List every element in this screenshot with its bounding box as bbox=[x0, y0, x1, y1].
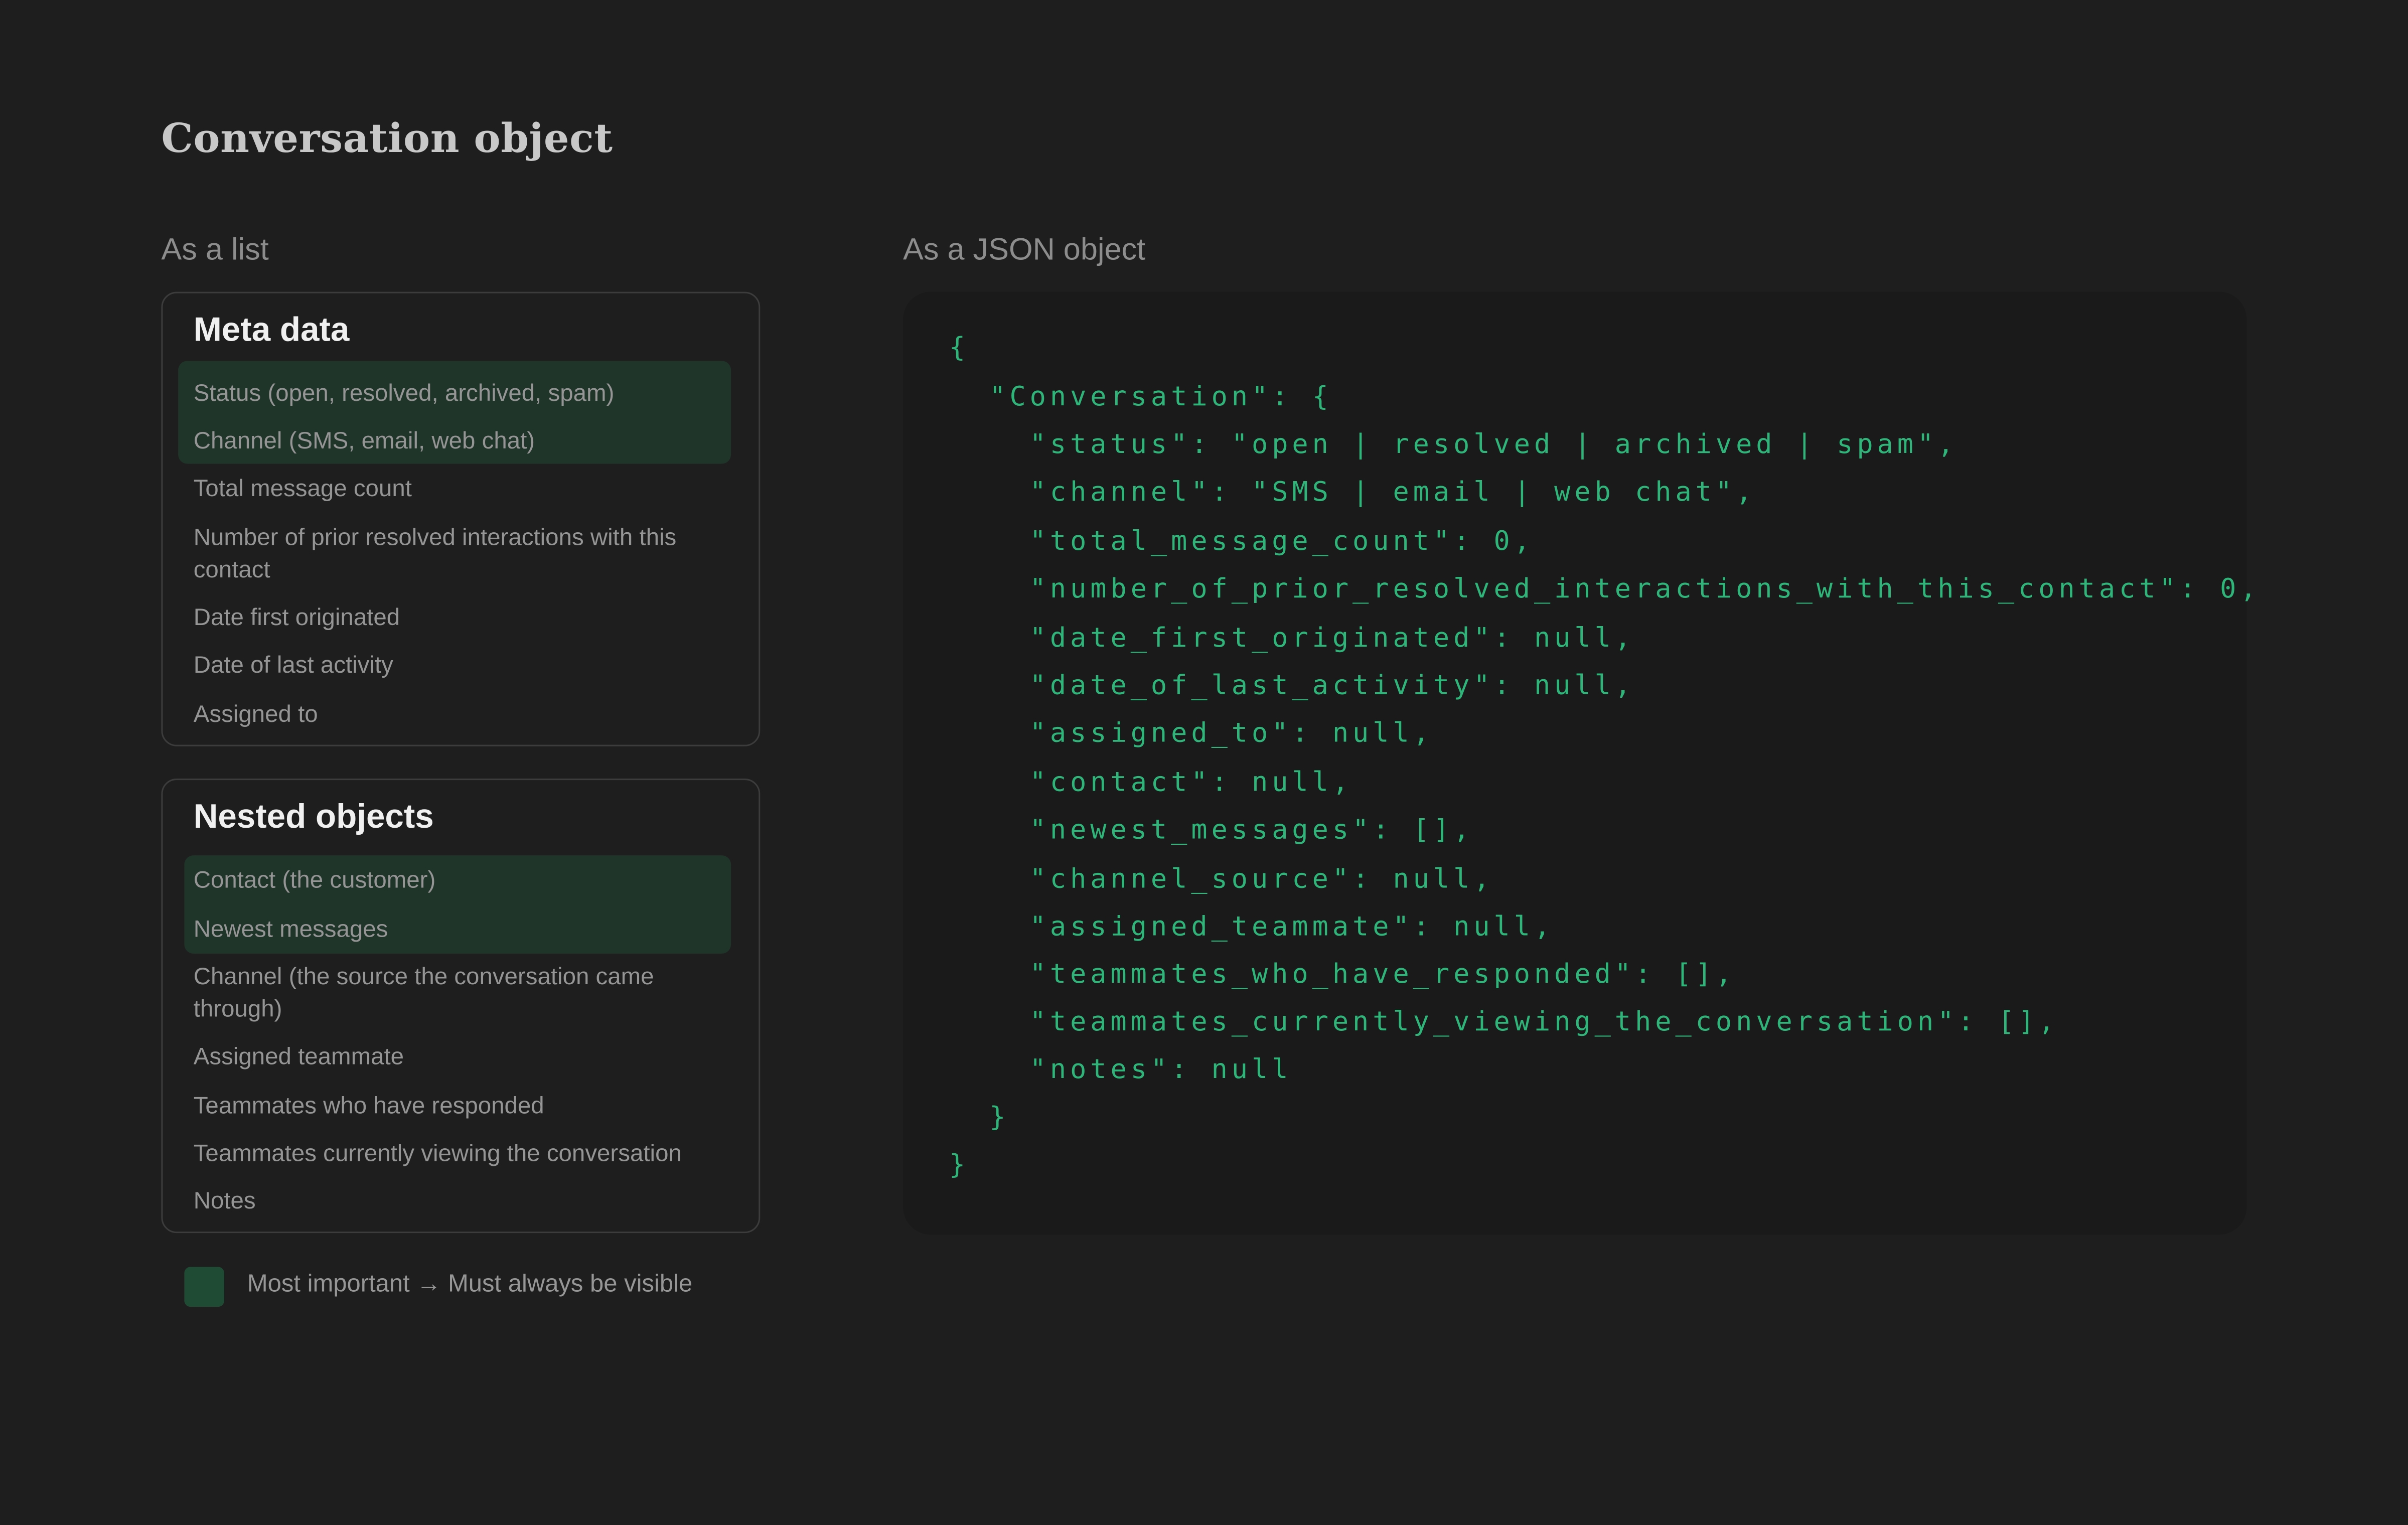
list-item: Date first originated bbox=[193, 605, 400, 632]
code-line: "number_of_prior_resolved_interactions_w… bbox=[949, 574, 2261, 605]
code-line: "total_message_count": 0, bbox=[949, 526, 1534, 558]
list-item: Channel (SMS, email, web chat) bbox=[193, 428, 535, 455]
code-line: "assigned_to": null, bbox=[949, 718, 1433, 749]
list-item: Teammates currently viewing the conversa… bbox=[193, 1141, 682, 1167]
diagram-canvas: Conversation object As a list As a JSON … bbox=[0, 0, 2408, 1525]
code-line: "channel": "SMS | email | web chat", bbox=[949, 478, 1756, 509]
code-line: "teammates_who_have_responded": [], bbox=[949, 960, 1736, 991]
code-line: "contact": null, bbox=[949, 768, 1353, 799]
code-line: "newest_messages": [], bbox=[949, 815, 1474, 846]
list-item: Assigned to bbox=[193, 701, 318, 728]
code-line: "date_first_originated": null, bbox=[949, 623, 1635, 655]
list-section-label: As a list bbox=[161, 233, 269, 267]
code-line: "date_of_last_activity": null, bbox=[949, 671, 1635, 702]
code-line: "status": "open | resolved | archived | … bbox=[949, 430, 1958, 461]
list-item: Newest messages bbox=[193, 917, 388, 943]
nested-objects-card: Nested objects Contact (the customer) Ne… bbox=[161, 779, 761, 1234]
code-line: } bbox=[949, 1150, 970, 1181]
meta-data-card: Meta data Status (open, resolved, archiv… bbox=[161, 291, 761, 746]
json-section-label: As a JSON object bbox=[902, 233, 1146, 267]
list-item: Teammates who have responded bbox=[193, 1093, 544, 1120]
code-line: { bbox=[949, 333, 970, 364]
nested-objects-title: Nested objects bbox=[193, 797, 434, 836]
list-item: Total message count bbox=[193, 476, 412, 503]
meta-data-title: Meta data bbox=[193, 310, 350, 349]
list-item: Number of prior resolved interactions wi… bbox=[193, 525, 677, 584]
code-line: "notes": null bbox=[949, 1055, 1292, 1086]
code-line: "assigned_teammate": null, bbox=[949, 912, 1555, 943]
page-title: Conversation object bbox=[161, 116, 613, 163]
json-code-block: { "Conversation": { "status": "open | re… bbox=[902, 291, 2256, 1235]
list-item: Channel (the source the conversation cam… bbox=[193, 964, 654, 1023]
list-item: Date of last activity bbox=[193, 653, 393, 679]
code-line: "Conversation": { bbox=[949, 382, 1332, 413]
list-item: Status (open, resolved, archived, spam) bbox=[193, 381, 615, 407]
list-item: Assigned teammate bbox=[193, 1044, 404, 1071]
list-item: Notes bbox=[193, 1188, 256, 1215]
code-line: } bbox=[949, 1102, 1010, 1134]
list-item: Contact (the customer) bbox=[193, 867, 436, 894]
legend-swatch bbox=[184, 1267, 224, 1307]
code-line: "channel_source": null, bbox=[949, 864, 1494, 895]
legend-text: Most important → Must always be visible bbox=[247, 1271, 693, 1298]
code-line: "teammates_currently_viewing_the_convers… bbox=[949, 1007, 2059, 1038]
